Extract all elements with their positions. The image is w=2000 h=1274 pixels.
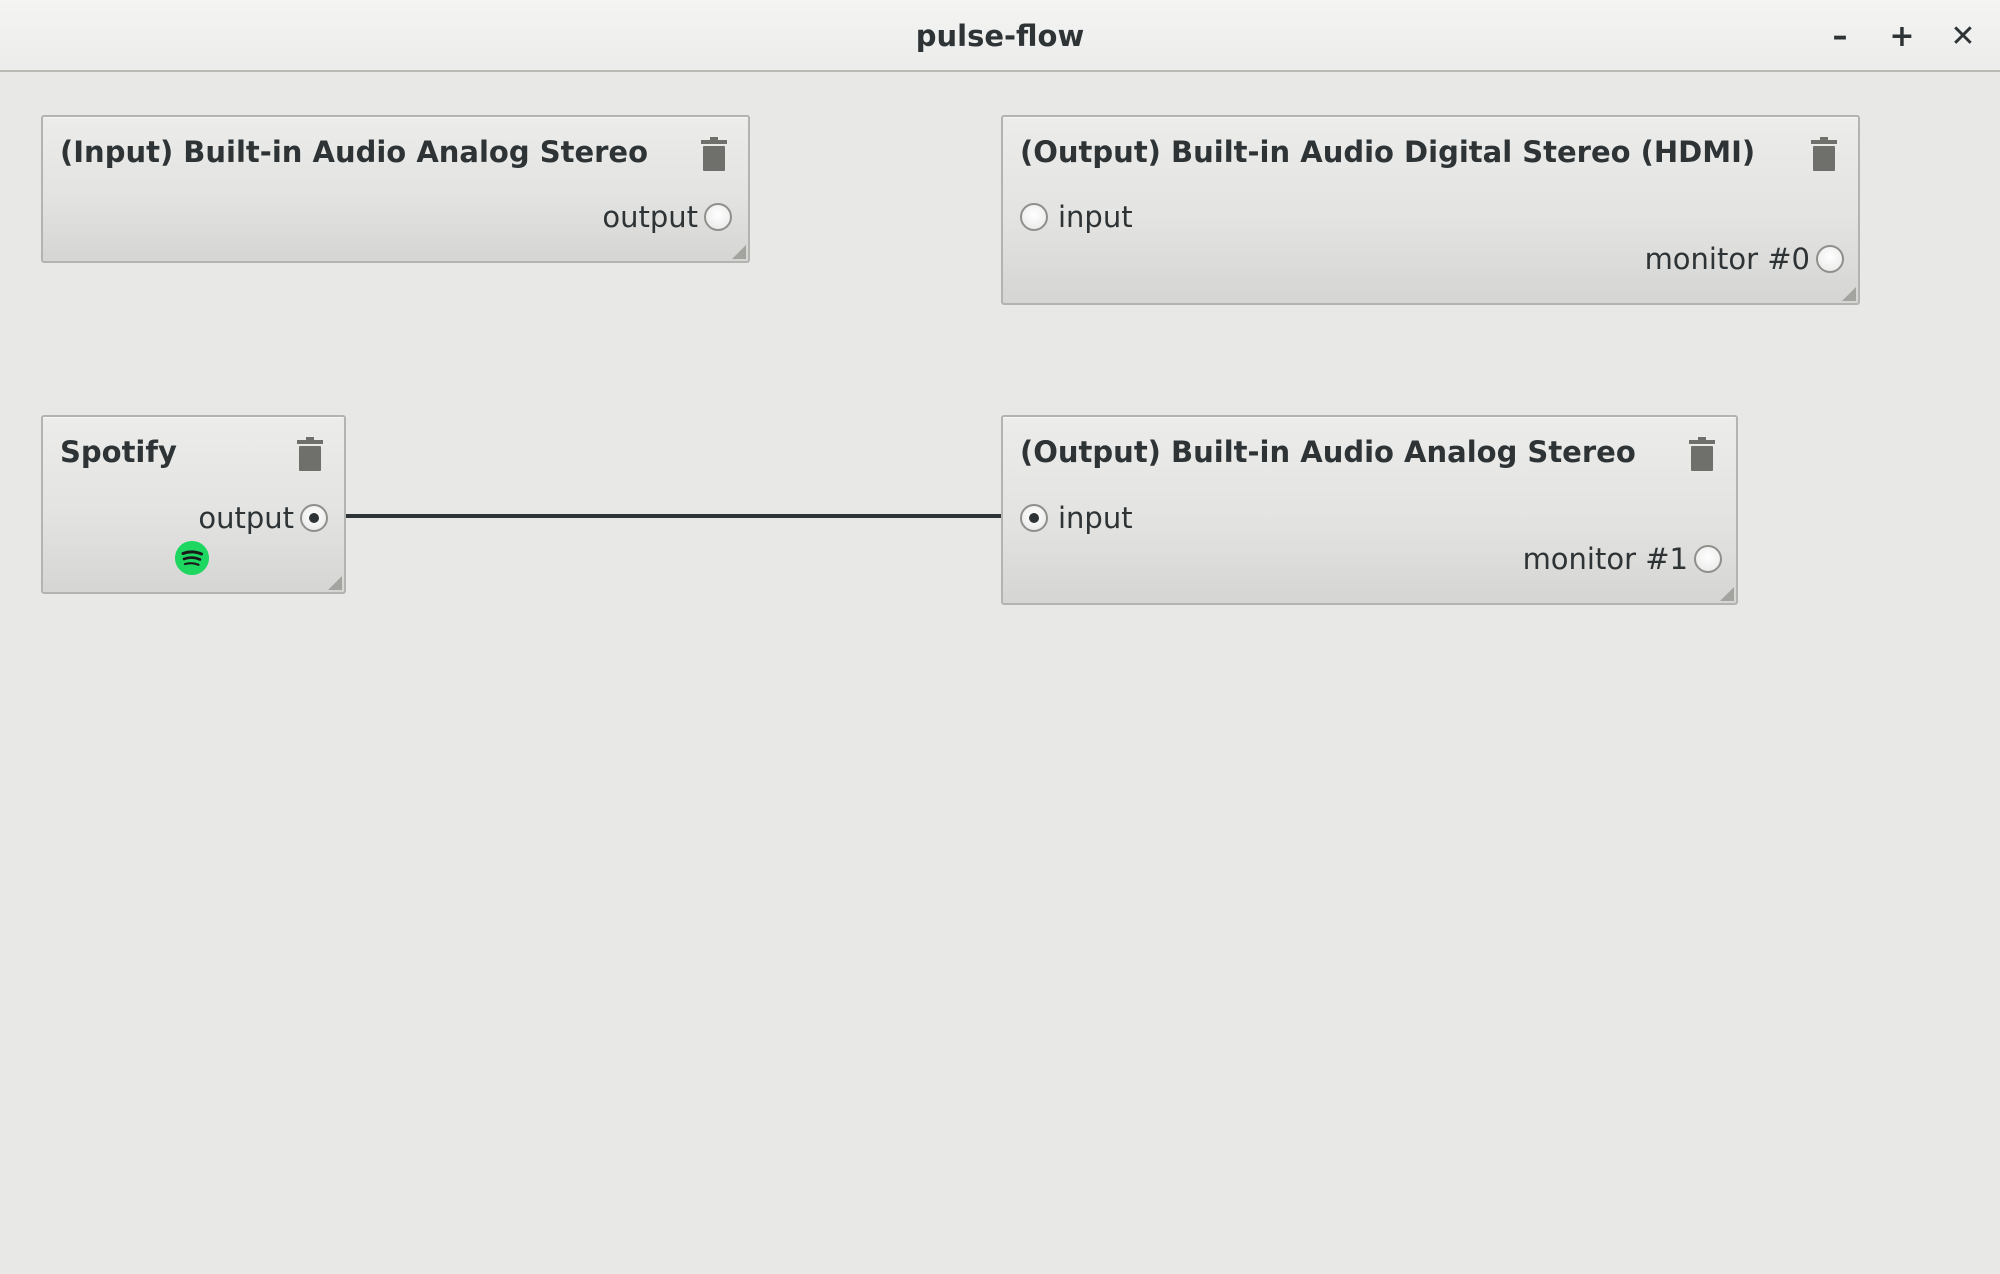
node-output-hdmi[interactable]: (Output) Built-in Audio Digital Stereo (… [1001,115,1860,305]
port-socket[interactable] [704,203,732,231]
port-output: output [198,501,328,535]
node-input-analog-stereo[interactable]: (Input) Built-in Audio Analog Stereo out… [41,115,750,263]
port-socket[interactable] [1816,245,1844,273]
window-titlebar[interactable]: pulse-flow – + ✕ [0,0,2000,72]
node-title: (Output) Built-in Audio Analog Stereo [1020,435,1636,469]
port-socket[interactable] [1694,545,1722,573]
resize-handle[interactable] [1842,287,1856,301]
resize-handle[interactable] [1720,587,1734,601]
node-output-analog-stereo[interactable]: (Output) Built-in Audio Analog Stereo in… [1001,415,1738,605]
trash-icon[interactable] [1688,437,1716,471]
node-spotify[interactable]: Spotify output [41,415,346,594]
node-graph-canvas[interactable]: (Input) Built-in Audio Analog Stereo out… [0,74,2000,1274]
port-socket[interactable] [1020,504,1048,532]
port-input: input [1020,200,1133,234]
port-label: output [198,501,294,535]
close-button[interactable]: ✕ [1941,14,1985,58]
node-title: Spotify [60,435,177,469]
node-title: (Output) Built-in Audio Digital Stereo (… [1020,135,1756,169]
port-socket[interactable] [300,504,328,532]
node-title: (Input) Built-in Audio Analog Stereo [60,135,649,169]
port-monitor: monitor #1 [1523,542,1722,576]
port-input: input [1020,501,1133,535]
port-monitor: monitor #0 [1645,242,1844,276]
port-label: monitor #0 [1644,242,1810,276]
port-socket[interactable] [1020,203,1048,231]
trash-icon[interactable] [296,437,324,471]
spotify-icon [175,541,209,575]
resize-handle[interactable] [732,245,746,259]
port-label: output [602,200,698,234]
port-label: input [1058,200,1133,234]
port-output: output [602,200,732,234]
minimize-button[interactable]: – [1818,14,1862,58]
window-title: pulse-flow [915,19,1085,53]
maximize-button[interactable]: + [1880,14,1924,58]
trash-icon[interactable] [1810,137,1838,171]
trash-icon[interactable] [700,137,728,171]
resize-handle[interactable] [328,576,342,590]
port-label: input [1058,501,1133,535]
port-label: monitor #1 [1522,542,1688,576]
